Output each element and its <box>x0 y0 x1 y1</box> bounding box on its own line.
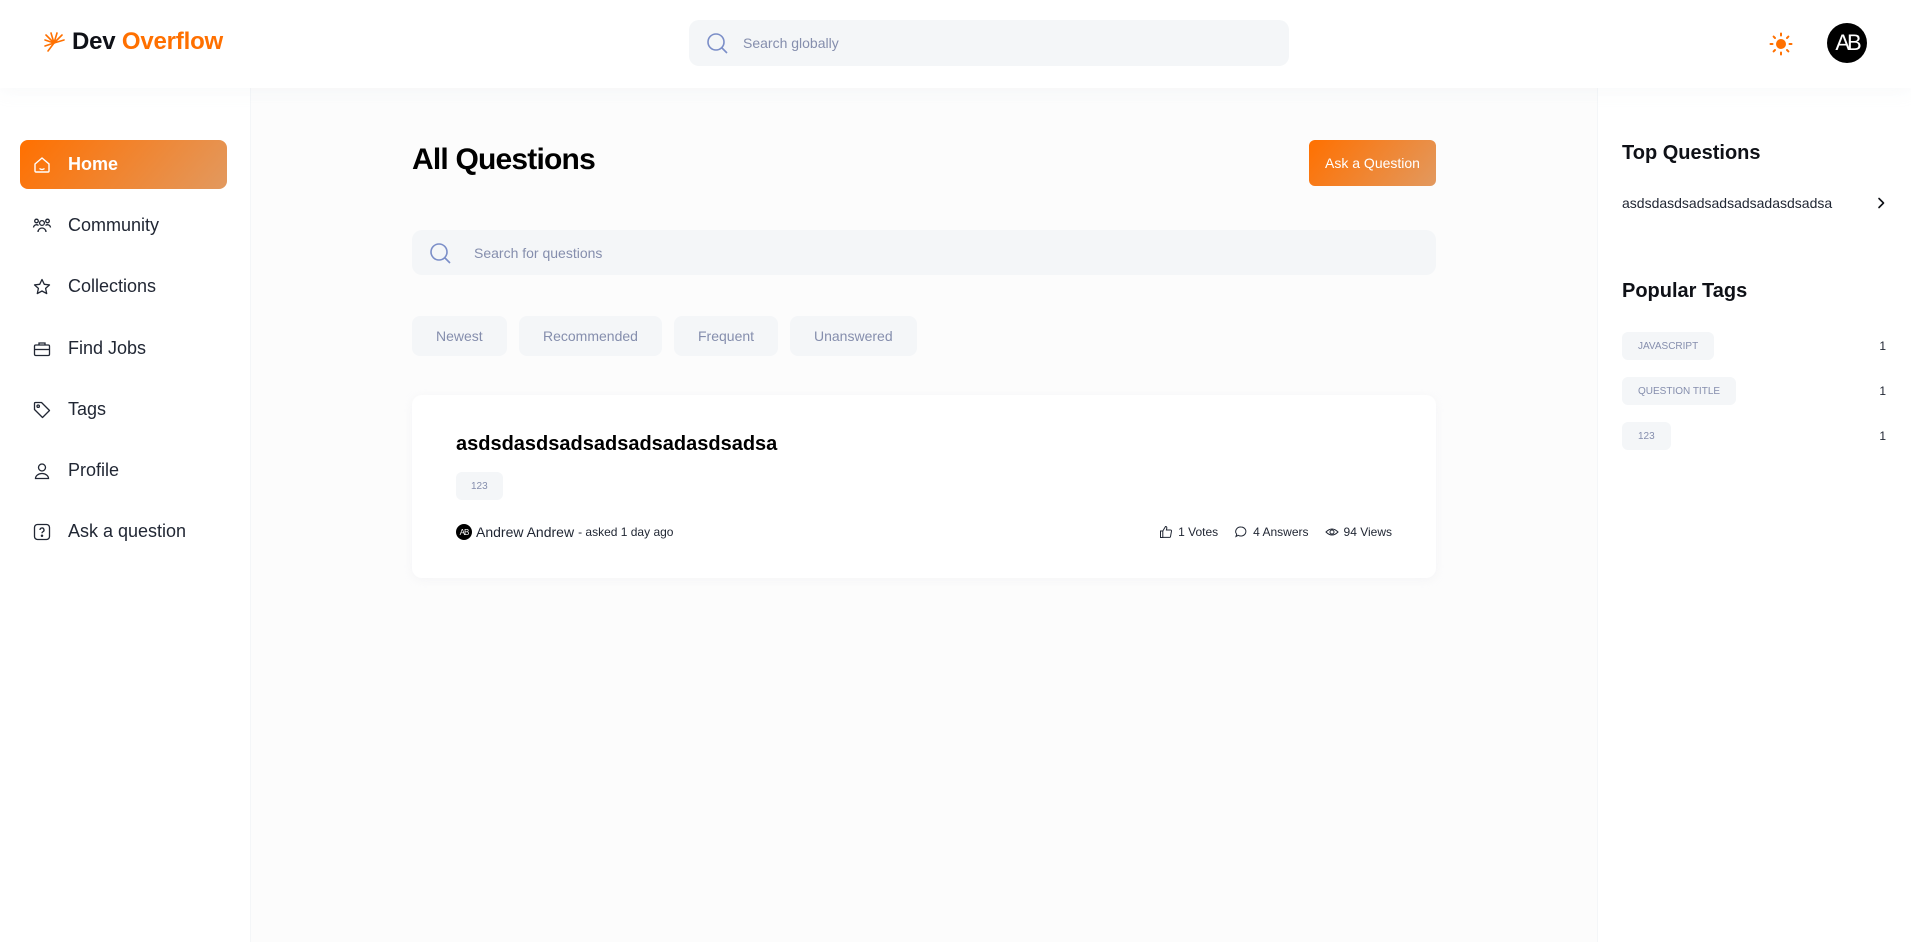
logo-text-overflow: Overflow <box>121 28 223 55</box>
sidebar-item-community[interactable]: Community <box>20 201 227 250</box>
sidebar-item-find-jobs[interactable]: Find Jobs <box>20 324 227 373</box>
users-icon <box>32 218 52 232</box>
home-icon <box>34 156 50 173</box>
eye-icon <box>1324 528 1339 536</box>
popular-tag-badge: 123 <box>1622 422 1671 450</box>
sidebar-item-label: Find Jobs <box>68 338 147 358</box>
filter-unanswered[interactable]: Unanswered <box>790 316 917 356</box>
author-avatar: AB <box>456 524 472 540</box>
popular-tag-count: 1 <box>1879 429 1886 443</box>
question-icon <box>33 523 51 540</box>
filter-newest[interactable]: Newest <box>412 316 507 356</box>
popular-tag-count: 1 <box>1879 384 1886 398</box>
search-icon <box>707 33 728 54</box>
votes-metric: 1 Votes <box>1159 525 1218 539</box>
top-questions-heading: Top Questions <box>1622 142 1761 164</box>
popular-tag-count: 1 <box>1879 339 1886 353</box>
left-sidebar: Home Community Collections Find Jobs Tag… <box>0 88 251 942</box>
question-card: asdsdasdsadsadsadsadasdsadsa 123 AB Andr… <box>412 395 1436 578</box>
sidebar-item-label: Community <box>68 215 160 235</box>
answers-metric: 4 Answers <box>1234 525 1309 539</box>
views-count: 94 Views <box>1343 525 1392 539</box>
popular-tag-badge: QUESTION TITLE <box>1622 377 1737 405</box>
popular-tag-row[interactable]: JAVASCRIPT 1 <box>1622 332 1888 360</box>
tag-icon <box>33 401 51 418</box>
filter-frequent[interactable]: Frequent <box>674 316 779 356</box>
user-icon <box>34 462 50 479</box>
popular-tag-badge: JAVASCRIPT <box>1622 332 1715 360</box>
top-question-item[interactable]: asdsdasdsadsadsadsadasdsadsa <box>1622 195 1888 211</box>
views-metric: 94 Views <box>1324 525 1392 539</box>
local-search-bar <box>412 230 1436 275</box>
sidebar-item-label: Ask a question <box>68 521 187 541</box>
question-tag[interactable]: 123 <box>456 472 503 500</box>
question-metrics: 1 Votes 4 Answers 94 Views <box>1159 525 1392 539</box>
votes-count: 1 Votes <box>1178 525 1219 539</box>
top-question-title: asdsdasdsadsadsadsadasdsadsa <box>1622 195 1833 211</box>
global-search-bar <box>689 20 1289 66</box>
thumbs-up-icon <box>1160 525 1173 538</box>
logo-text: Dev Overflow <box>72 28 223 56</box>
sun-icon[interactable] <box>1769 32 1793 56</box>
filter-recommended[interactable]: Recommended <box>519 316 662 356</box>
suitcase-icon <box>33 341 51 356</box>
sidebar-item-profile[interactable]: Profile <box>20 446 227 495</box>
sidebar-item-label: Tags <box>68 399 107 419</box>
question-author[interactable]: AB Andrew Andrew - asked 1 day ago <box>456 524 673 540</box>
star-icon <box>33 278 51 294</box>
question-search-input[interactable] <box>474 244 1374 261</box>
sidebar-item-label: Home <box>68 154 119 174</box>
logo-icon <box>44 32 65 52</box>
ask-question-button[interactable]: Ask a Question <box>1309 140 1436 186</box>
message-icon <box>1235 526 1247 538</box>
chevron-right-icon <box>1878 197 1885 209</box>
sidebar-item-home[interactable]: Home <box>20 140 227 189</box>
sidebar-item-label: Collections <box>68 276 157 296</box>
sidebar-item-ask-question[interactable]: Ask a question <box>20 507 227 556</box>
sidebar-item-tags[interactable]: Tags <box>20 385 227 434</box>
page-title: All Questions <box>412 143 596 176</box>
global-search-input[interactable] <box>743 35 1243 51</box>
top-navbar: Dev Overflow AB <box>0 0 1911 88</box>
popular-tags-heading: Popular Tags <box>1622 280 1748 302</box>
question-title[interactable]: asdsdasdsadsadsadsadasdsadsa <box>456 433 777 456</box>
logo[interactable]: Dev Overflow <box>42 28 223 56</box>
search-icon <box>430 242 451 264</box>
logo-text-dev: Dev <box>72 28 116 55</box>
author-name: Andrew Andrew <box>476 524 575 540</box>
answers-count: 4 Answers <box>1253 525 1309 539</box>
popular-tag-row[interactable]: 123 1 <box>1622 422 1888 450</box>
sidebar-item-label: Profile <box>68 460 120 480</box>
popular-tag-row[interactable]: QUESTION TITLE 1 <box>1622 377 1888 405</box>
user-avatar[interactable]: AB <box>1827 23 1867 63</box>
right-sidebar: Top Questions asdsdasdsadsadsadsadasdsad… <box>1597 88 1911 942</box>
asked-time: - asked 1 day ago <box>578 525 674 539</box>
sidebar-item-collections[interactable]: Collections <box>20 262 227 311</box>
